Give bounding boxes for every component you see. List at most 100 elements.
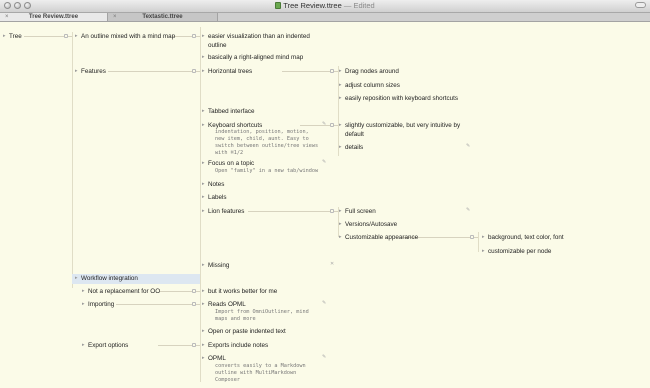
node-bullet-icon: ▸: [339, 95, 342, 101]
node-label: OPML: [208, 355, 226, 362]
tree-node[interactable]: ▸ Customizable appearance: [339, 233, 419, 242]
collapse-handle[interactable]: [330, 69, 334, 73]
node-label: easily reposition with keyboard shortcut…: [345, 95, 459, 102]
node-label: Importing: [88, 301, 115, 308]
tree-node[interactable]: ▸ Exports include notes: [202, 341, 269, 350]
node-bullet-icon: ▸: [202, 208, 205, 214]
tree-node[interactable]: ▸ Not a replacement for OO: [82, 287, 161, 296]
note-icon[interactable]: ✎: [466, 207, 470, 213]
tab-textastic[interactable]: × Textastic.ttree: [108, 13, 218, 21]
node-bullet-icon: ▸: [202, 160, 205, 166]
tree-node[interactable]: ▸ Horizontal trees: [202, 67, 253, 76]
collapse-handle[interactable]: [192, 343, 196, 347]
note-icon[interactable]: ✎: [466, 143, 470, 149]
collapse-handle[interactable]: [192, 34, 196, 38]
node-bullet-icon: ▸: [202, 342, 205, 348]
node-bullet-icon: ▸: [3, 33, 6, 39]
tree-node[interactable]: ▸ easily reposition with keyboard shortc…: [339, 94, 459, 103]
tree-node[interactable]: ▸ Reads OPML: [202, 300, 246, 309]
window-title-text: Tree Review.ttree: [283, 1, 342, 10]
tree-node[interactable]: ▸ but it works better for me: [202, 287, 278, 296]
tree-node[interactable]: ▸ An outline mixed with a mind map: [75, 32, 176, 41]
toolbar-toggle-button[interactable]: [635, 2, 646, 8]
node-label: Versions/Autosave: [345, 221, 398, 228]
node-label: Reads OPML: [208, 301, 246, 308]
connector-line: [116, 304, 200, 305]
node-label: but it works better for me: [208, 288, 278, 295]
column-divider: [72, 32, 73, 288]
node-label: background, text color, font: [488, 234, 564, 241]
note-icon[interactable]: ✎: [322, 300, 326, 306]
node-bullet-icon: ▸: [339, 144, 342, 150]
tree-node[interactable]: ▸ Lion features: [202, 207, 245, 216]
node-bullet-icon: ▸: [202, 194, 205, 200]
label-icon[interactable]: ✕: [330, 261, 334, 267]
node-bullet-icon: ▸: [482, 234, 485, 240]
tree-node[interactable]: ▸ easier visualization than an indented …: [202, 32, 318, 50]
document-icon: [275, 2, 282, 9]
tree-node[interactable]: ▸ Open or paste indented text: [202, 327, 286, 336]
tab-tree-review[interactable]: × Tree Review.ttree: [0, 13, 108, 21]
node-label: Horizontal trees: [208, 68, 253, 75]
node-label: Not a replacement for OO: [88, 288, 161, 295]
node-label: details: [345, 144, 364, 151]
note-icon[interactable]: ✎: [322, 354, 326, 360]
close-tab-icon[interactable]: ×: [5, 13, 9, 21]
collapse-handle[interactable]: [330, 123, 334, 127]
tree-node[interactable]: ▸ Features: [75, 67, 106, 76]
tree-node[interactable]: ▸ Missing: [202, 261, 229, 270]
tree-node[interactable]: ▸ Full screen: [339, 207, 376, 216]
node-label: Lion features: [208, 208, 245, 215]
note-icon[interactable]: ✎: [322, 159, 326, 165]
note-icon[interactable]: ✎: [322, 121, 326, 127]
node-bullet-icon: ▸: [202, 68, 205, 74]
node-bullet-icon: ▸: [202, 33, 205, 39]
tab-label: Textastic.ttree: [142, 14, 183, 20]
tab-bar: × Tree Review.ttree × Textastic.ttree: [0, 13, 650, 22]
collapse-handle[interactable]: [192, 69, 196, 73]
tree-node[interactable]: ▸ Versions/Autosave: [339, 220, 398, 229]
node-label: An outline mixed with a mind map: [81, 33, 176, 40]
node-bullet-icon: ▸: [82, 342, 85, 348]
node-bullet-icon: ▸: [202, 181, 205, 187]
tree-node[interactable]: ▸ adjust column sizes: [339, 81, 400, 90]
node-bullet-icon: ▸: [202, 328, 205, 334]
tree-node[interactable]: ▸ OPML: [202, 354, 226, 363]
tree-node[interactable]: ▸ Drag nodes around: [339, 67, 399, 76]
column-divider: [478, 232, 479, 252]
tree-node-root[interactable]: ▸ Tree: [3, 32, 22, 41]
node-label: Tabbed interface: [208, 108, 255, 115]
title-bar: Tree Review.ttree — Edited: [0, 0, 650, 13]
node-label: Export options: [88, 342, 129, 349]
tab-label: Tree Review.ttree: [28, 14, 79, 20]
tree-node[interactable]: ▸ Labels: [202, 193, 227, 202]
node-bullet-icon: ▸: [482, 248, 485, 254]
collapse-handle[interactable]: [64, 34, 68, 38]
close-tab-icon[interactable]: ×: [113, 13, 117, 21]
collapse-handle[interactable]: [330, 209, 334, 213]
edited-status: — Edited: [343, 1, 375, 10]
tree-node[interactable]: ▸ customizable per node: [482, 247, 551, 256]
window-title: Tree Review.ttree — Edited: [0, 1, 650, 10]
node-bullet-icon: ▸: [75, 68, 78, 74]
tree-node[interactable]: ▸ Export options: [82, 341, 129, 350]
tree-node[interactable]: ▸ background, text color, font: [482, 233, 564, 242]
node-label: Customizable appearance: [345, 234, 419, 241]
collapse-handle[interactable]: [192, 289, 196, 293]
tree-node[interactable]: ▸ Tabbed interface: [202, 107, 255, 116]
node-bullet-icon: ▸: [202, 122, 205, 128]
node-bullet-icon: ▸: [339, 234, 342, 240]
node-label: Full screen: [345, 208, 376, 215]
tree-node[interactable]: ▸ Focus on a topic: [202, 159, 254, 168]
collapse-handle[interactable]: [192, 302, 196, 306]
tree-node[interactable]: ▸ details: [339, 143, 364, 152]
tree-node-selected[interactable]: ▸ Workflow integration: [72, 274, 200, 284]
tree-node[interactable]: ▸ Notes: [202, 180, 224, 189]
tree-node[interactable]: ▸ basically a right-aligned mind map: [202, 53, 303, 62]
node-bullet-icon: ▸: [202, 262, 205, 268]
tree-node[interactable]: ▸ Importing: [82, 300, 115, 309]
collapse-handle[interactable]: [470, 235, 474, 239]
node-bullet-icon: ▸: [202, 288, 205, 294]
node-label: Exports include notes: [208, 342, 269, 349]
tree-node[interactable]: ▸ slightly customizable, but very intuit…: [339, 121, 467, 139]
